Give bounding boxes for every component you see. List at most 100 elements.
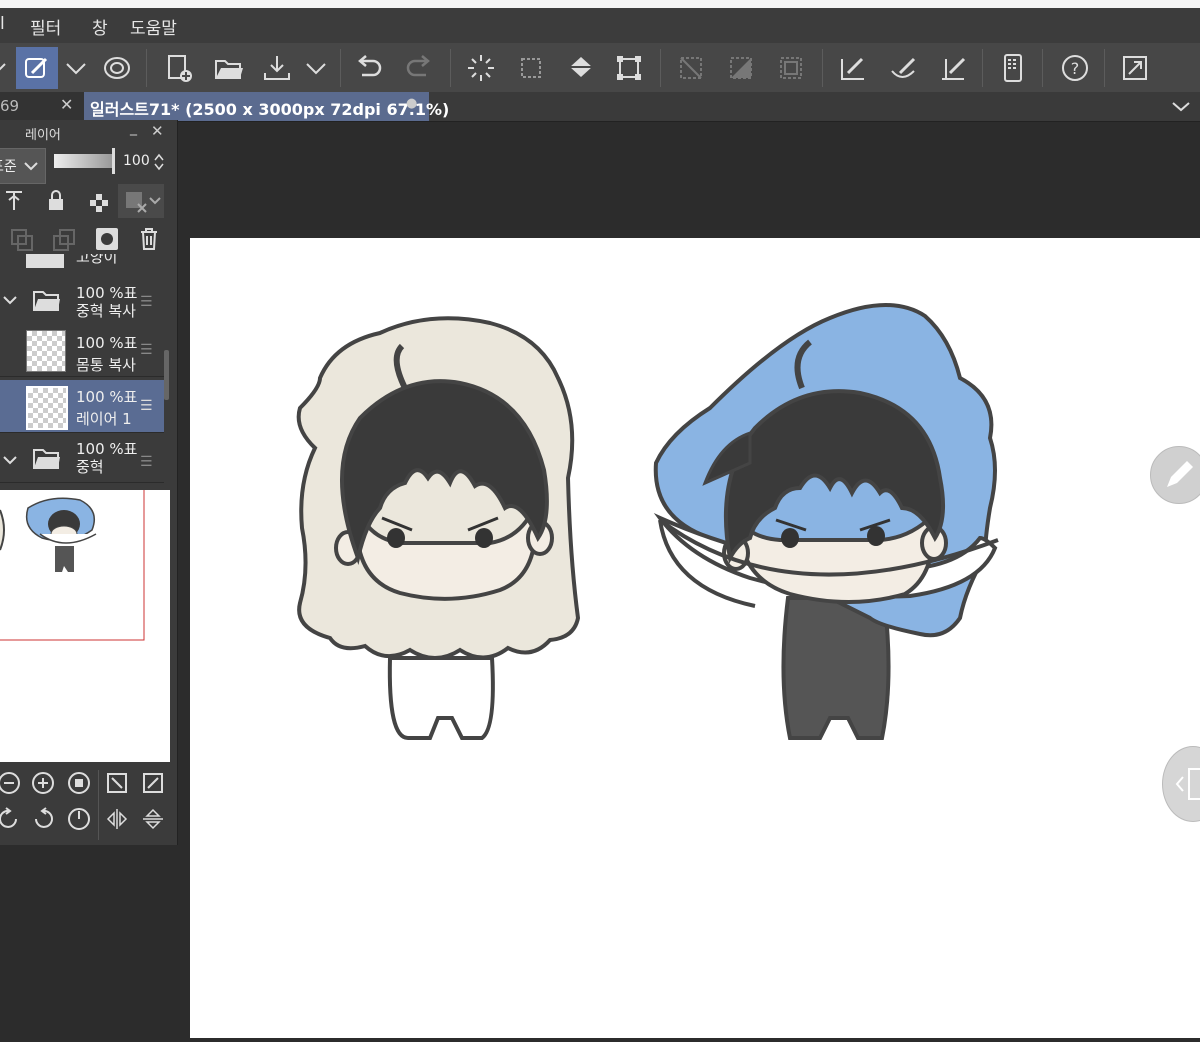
toolbar-separator bbox=[1104, 49, 1105, 87]
toolbar-separator bbox=[822, 49, 823, 87]
layer-row-selected[interactable]: 100 %표 레이어 1 ☰ bbox=[0, 380, 164, 433]
lock-icon[interactable] bbox=[44, 188, 68, 214]
window-top-strip bbox=[0, 0, 1200, 8]
menu-bar: l 필터 창 도움말 bbox=[0, 8, 1200, 43]
actual-size-icon[interactable] bbox=[138, 768, 168, 798]
layer-row-folder[interactable]: 100 %표 중혁 복사 ☰ bbox=[0, 276, 164, 329]
menu-item-partial[interactable]: l bbox=[0, 14, 5, 34]
lock-transparency-icon[interactable] bbox=[86, 188, 110, 214]
layer-name: 레이어 1 bbox=[76, 410, 132, 428]
stop-icon[interactable] bbox=[64, 768, 94, 798]
drag-handle-icon[interactable]: ☰ bbox=[140, 398, 153, 414]
layer-row[interactable]: 100 %표 몸통 복사 ☰ bbox=[0, 324, 164, 377]
divider bbox=[98, 770, 99, 840]
panel-title-bar: 레이어 _ ✕ bbox=[0, 120, 177, 144]
side-panel-toggle[interactable] bbox=[1162, 746, 1200, 822]
opacity-value[interactable]: 100 bbox=[123, 153, 150, 169]
opacity-slider[interactable] bbox=[54, 154, 112, 168]
chevron-down-icon[interactable] bbox=[298, 47, 334, 89]
save-icon[interactable] bbox=[256, 47, 298, 89]
drawing-canvas[interactable] bbox=[190, 238, 1200, 1038]
device-icon[interactable] bbox=[992, 47, 1034, 89]
menu-item-filter[interactable]: 필터 bbox=[30, 14, 61, 39]
opacity-slider-handle[interactable] bbox=[112, 148, 115, 174]
ruler-pen-icon[interactable] bbox=[832, 47, 874, 89]
redo-icon[interactable] bbox=[398, 47, 440, 89]
layer-name: 고양이 bbox=[76, 254, 118, 266]
rotate-left-icon[interactable] bbox=[0, 804, 24, 834]
layer-name: 중혁 bbox=[76, 458, 104, 476]
undo-icon[interactable] bbox=[348, 47, 390, 89]
spiral-icon[interactable] bbox=[96, 47, 138, 89]
reference-layer-icon[interactable] bbox=[2, 188, 26, 214]
toolbar-separator bbox=[1042, 49, 1043, 87]
new-file-icon[interactable] bbox=[158, 47, 200, 89]
clip-mask-icon bbox=[126, 192, 161, 213]
document-tab-bar: 69 ✕ 일러스트71* (2500 x 3000px 72dpi 67.1%)… bbox=[0, 92, 1200, 122]
blend-mode-value: 표준 bbox=[0, 159, 17, 175]
clip-mask-dropdown[interactable] bbox=[118, 184, 164, 218]
svg-text:?: ? bbox=[1071, 59, 1080, 78]
spinner-icon[interactable] bbox=[152, 152, 166, 172]
layer-thumbnail bbox=[26, 330, 66, 372]
layer-name: 중혁 복사 bbox=[76, 302, 136, 320]
toolbar-separator bbox=[340, 49, 341, 87]
drag-handle-icon[interactable]: ☰ bbox=[140, 342, 153, 358]
layer-list-scrollbar[interactable] bbox=[164, 350, 169, 400]
navigator-thumbnail bbox=[0, 479, 145, 641]
chevron-down-icon[interactable] bbox=[0, 47, 14, 89]
rotate-right-icon[interactable] bbox=[28, 804, 58, 834]
combine-layer-icon[interactable] bbox=[50, 226, 78, 252]
menu-item-help[interactable]: 도움말 bbox=[130, 14, 177, 39]
perspective-ruler-icon[interactable] bbox=[932, 47, 974, 89]
flip-vertical-icon[interactable] bbox=[138, 804, 168, 834]
tab-label: 69 bbox=[0, 97, 20, 115]
chevron-down-icon[interactable] bbox=[1168, 94, 1194, 118]
fit-screen-icon[interactable] bbox=[102, 768, 132, 798]
navigator-preview[interactable] bbox=[0, 479, 170, 762]
menu-item-window[interactable]: 창 bbox=[92, 14, 108, 39]
chevron-down-icon[interactable] bbox=[58, 47, 94, 89]
expand-icon[interactable] bbox=[1114, 47, 1156, 89]
toolbar-separator bbox=[982, 49, 983, 87]
drag-handle-icon[interactable]: ☰ bbox=[140, 294, 153, 310]
clear-icon[interactable] bbox=[460, 47, 502, 89]
layer-name: 몸통 복사 bbox=[76, 356, 136, 374]
close-icon[interactable]: ✕ bbox=[60, 95, 73, 114]
merge-down-icon[interactable] bbox=[8, 226, 36, 252]
layer-row-folder[interactable]: 100 %표 중혁 ☰ bbox=[0, 436, 164, 483]
close-icon[interactable]: ✕ bbox=[151, 122, 164, 140]
selection-border-icon[interactable] bbox=[770, 47, 812, 89]
toolbar-separator bbox=[450, 49, 451, 87]
tab-current-document[interactable]: 일러스트71* (2500 x 3000px 72dpi 67.1%) ● bbox=[84, 92, 449, 121]
reset-rotation-icon[interactable] bbox=[64, 804, 94, 834]
invert-selection-icon[interactable] bbox=[720, 47, 762, 89]
flip-horizontal-icon[interactable] bbox=[102, 804, 132, 834]
tab-previous-document[interactable]: 69 ✕ bbox=[0, 92, 84, 121]
fill-icon[interactable] bbox=[560, 47, 602, 89]
blend-mode-select[interactable]: 표준 bbox=[0, 148, 46, 184]
modified-dot-icon[interactable]: ● bbox=[406, 96, 417, 111]
layer-opacity-mode: 100 %표 bbox=[76, 334, 138, 352]
layer-mask-icon[interactable] bbox=[94, 226, 120, 252]
layer-list-partial-row[interactable]: 고양이 bbox=[0, 254, 164, 274]
curve-ruler-icon[interactable] bbox=[882, 47, 924, 89]
help-icon[interactable]: ? bbox=[1054, 47, 1096, 89]
deselect-icon[interactable] bbox=[670, 47, 712, 89]
toolbar-separator bbox=[146, 49, 147, 87]
edit-pencil-button[interactable] bbox=[1150, 446, 1200, 504]
folder-icon bbox=[33, 449, 60, 469]
zoom-in-icon[interactable] bbox=[28, 768, 58, 798]
transform-icon[interactable] bbox=[608, 47, 650, 89]
clear-outside-selection-icon[interactable] bbox=[510, 47, 552, 89]
right-chibi-character bbox=[653, 303, 999, 740]
open-folder-icon[interactable] bbox=[208, 47, 250, 89]
chevron-down-icon[interactable] bbox=[2, 292, 18, 308]
delete-layer-icon[interactable] bbox=[136, 226, 162, 252]
brush-settings-icon[interactable] bbox=[16, 47, 58, 89]
drag-handle-icon[interactable]: ☰ bbox=[140, 454, 153, 470]
minimize-icon[interactable]: _ bbox=[130, 120, 137, 136]
pencil-icon bbox=[1167, 461, 1193, 487]
zoom-out-icon[interactable] bbox=[0, 768, 24, 798]
chevron-down-icon[interactable] bbox=[2, 452, 18, 468]
